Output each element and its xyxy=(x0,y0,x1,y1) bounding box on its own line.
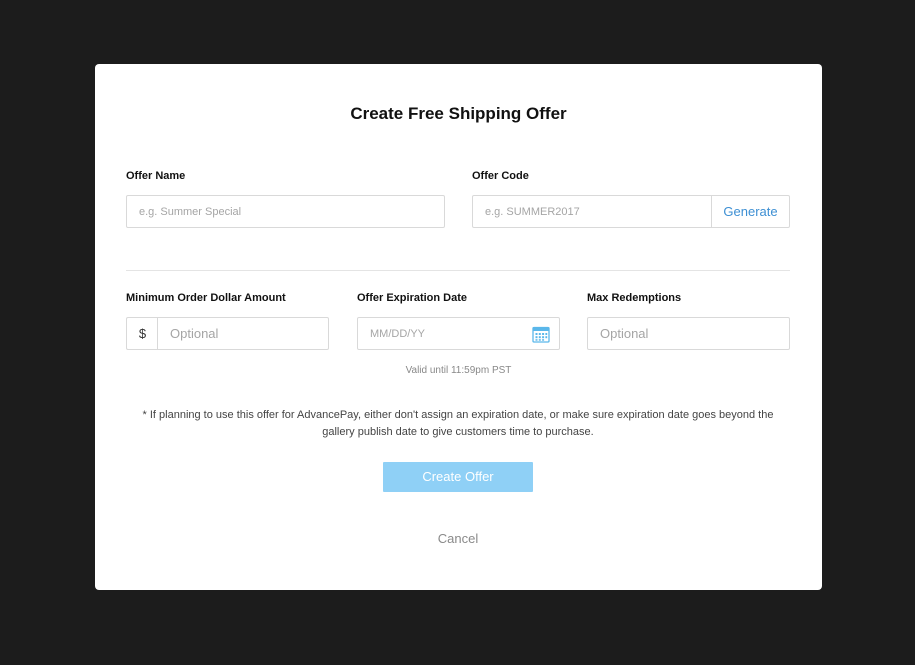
max-redemptions-label: Max Redemptions xyxy=(587,292,682,304)
expiration-label: Offer Expiration Date xyxy=(357,292,468,304)
advancepay-note: * If planning to use this offer for Adva… xyxy=(142,409,774,438)
expiration-hint: Valid until 11:59pm PST xyxy=(405,365,512,376)
calendar-icon[interactable] xyxy=(532,325,550,343)
create-offer-modal: Create Free Shipping Offer Offer Name Of… xyxy=(95,64,822,590)
min-order-label: Minimum Order Dollar Amount xyxy=(126,292,286,304)
cancel-button[interactable]: Cancel xyxy=(408,531,508,546)
section-divider xyxy=(126,270,790,271)
dollar-prefix: $ xyxy=(126,317,158,350)
offer-name-label: Offer Name xyxy=(126,170,186,182)
modal-title: Create Free Shipping Offer xyxy=(350,104,567,123)
min-order-input[interactable] xyxy=(157,317,329,350)
max-redemptions-input[interactable] xyxy=(587,317,790,350)
offer-name-input[interactable] xyxy=(126,195,445,228)
create-offer-button[interactable]: Create Offer xyxy=(383,462,533,492)
generate-button[interactable]: Generate xyxy=(711,195,790,228)
expiration-date-input[interactable] xyxy=(357,317,560,350)
offer-code-label: Offer Code xyxy=(472,170,529,182)
offer-code-input[interactable] xyxy=(472,195,712,228)
